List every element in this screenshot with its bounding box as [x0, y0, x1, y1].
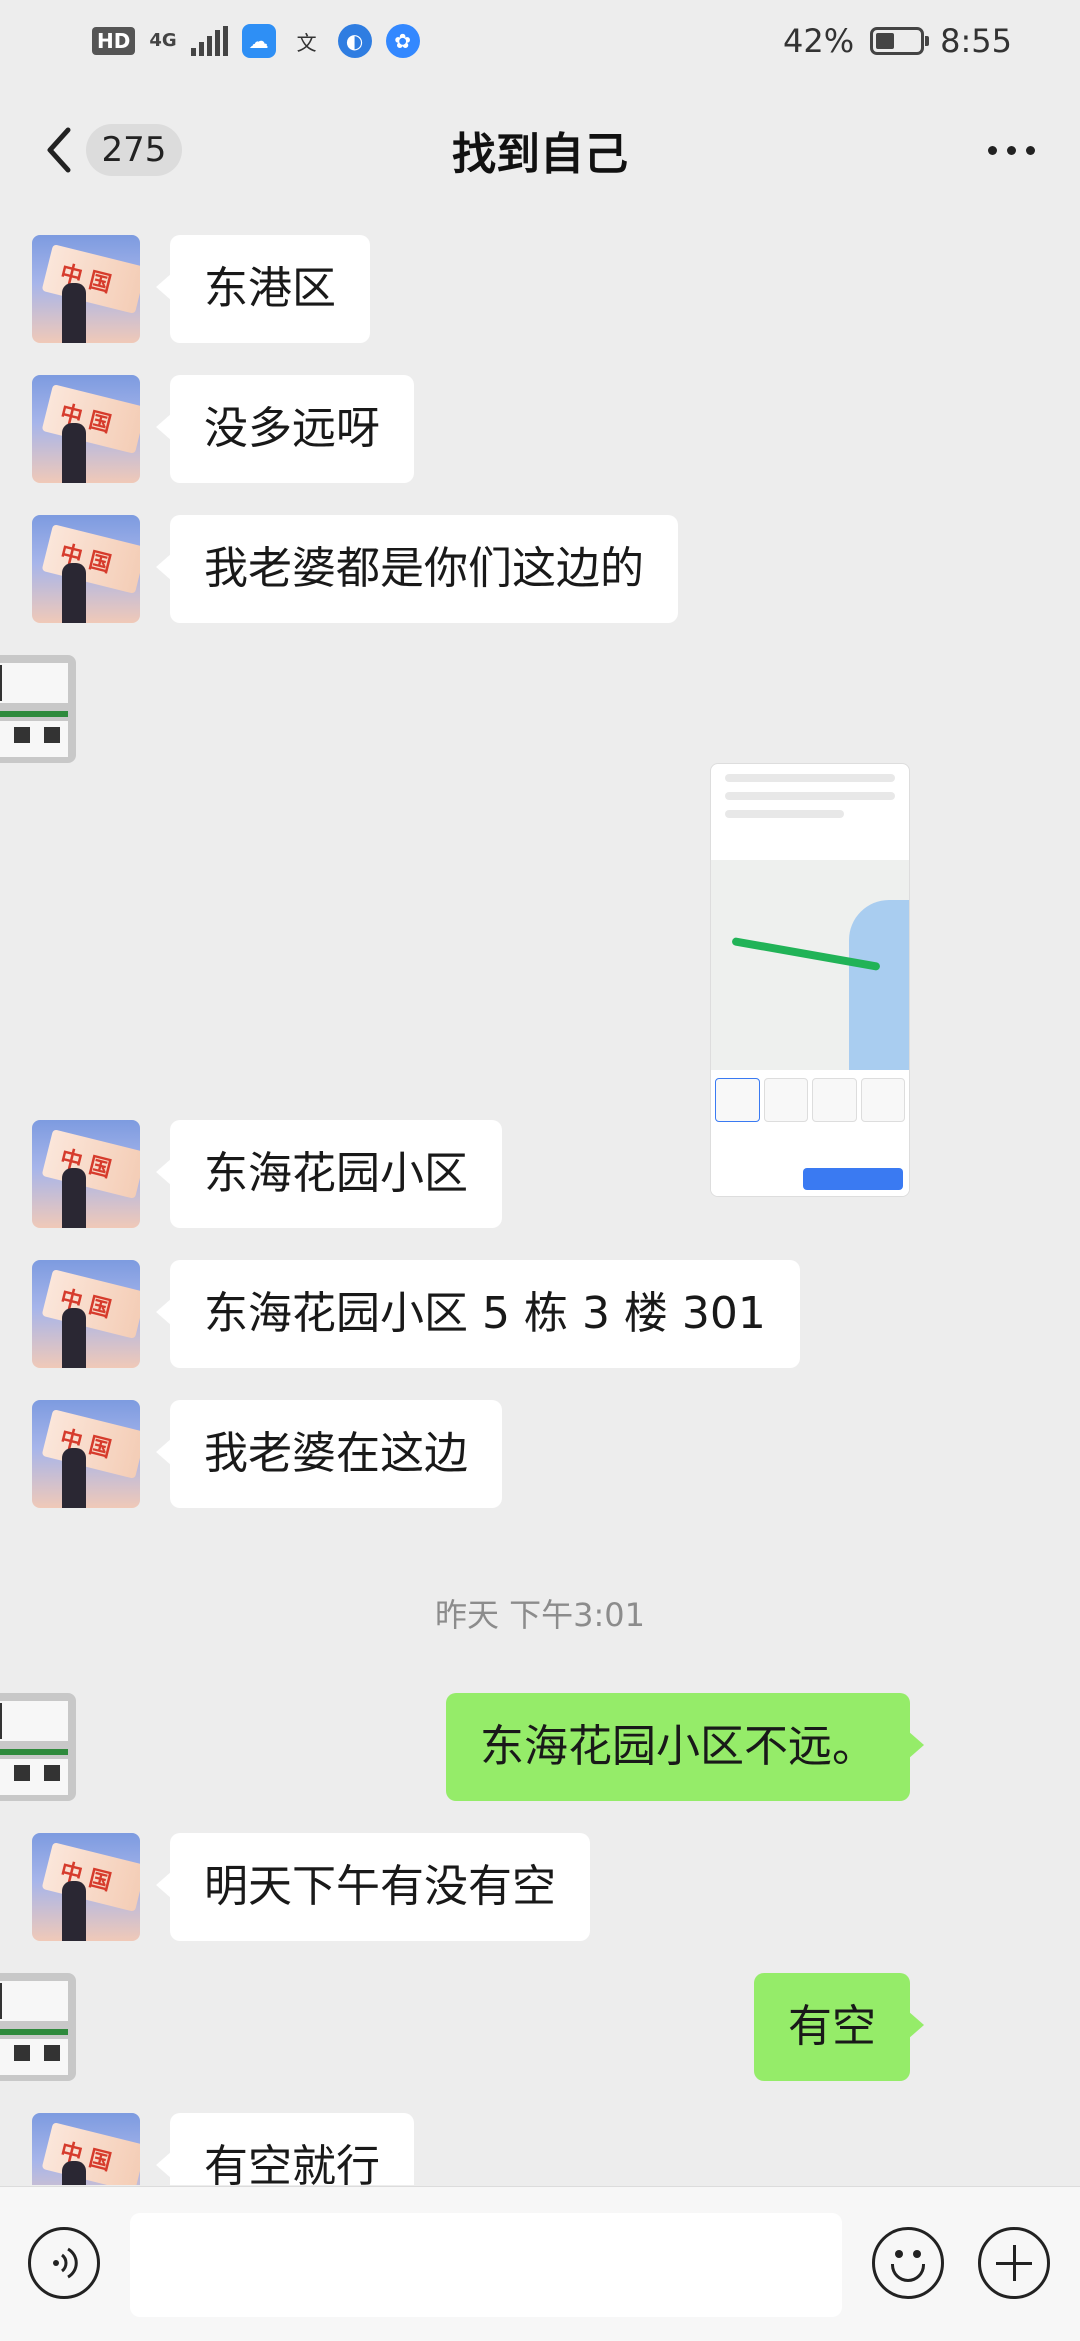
contact-avatar[interactable] — [32, 1833, 140, 1941]
message-row: 东海花园小区 — [0, 1120, 1080, 1228]
self-avatar[interactable] — [0, 1693, 76, 1801]
contact-avatar[interactable] — [32, 235, 140, 343]
network-type-indicator: 4G — [149, 30, 177, 51]
message-row: 有空就行 — [0, 2113, 1080, 2185]
message-row: 有空 — [0, 1973, 1080, 2081]
voice-icon[interactable] — [28, 2227, 100, 2299]
message-bubble[interactable]: 有空就行 — [156, 2113, 414, 2185]
message-row: 我老婆都是你们这边的 — [0, 515, 1080, 623]
contact-avatar[interactable] — [32, 2113, 140, 2185]
signal-strength-icon — [190, 26, 228, 56]
contact-avatar[interactable] — [32, 1260, 140, 1368]
message-bubble[interactable]: 没多远呀 — [156, 375, 414, 483]
message-bubble[interactable]: 我老婆都是你们这边的 — [156, 515, 678, 623]
battery-percent: 42% — [783, 22, 855, 60]
translate-app-icon: 文 — [296, 30, 317, 55]
browser-app-icon: ◐ — [337, 24, 372, 58]
message-input[interactable] — [130, 2213, 842, 2317]
status-bar: HD 4G ☁ 文 ◐ ✿ 42% 8:55 — [0, 0, 1080, 86]
contact-avatar[interactable] — [32, 515, 140, 623]
message-bubble[interactable]: 东海花园小区不远。 — [446, 1693, 924, 1801]
chat-header: 275 找到自己 — [0, 90, 1080, 210]
chat-title: 找到自己 — [452, 129, 628, 180]
hd-indicator: HD — [92, 27, 136, 55]
more-dots-icon[interactable] — [976, 132, 1046, 168]
contact-avatar[interactable] — [32, 1400, 140, 1508]
emoji-icon[interactable] — [872, 2227, 944, 2299]
clock: 8:55 — [940, 22, 1012, 60]
message-list[interactable]: 东港区 没多远呀 我老婆都是你们这边的 — [0, 210, 1080, 2185]
message-row — [0, 655, 1080, 1197]
message-bubble[interactable]: 有空 — [754, 1973, 924, 2081]
timestamp: 昨天 下午3:01 — [434, 1596, 646, 1634]
message-input-bar — [0, 2186, 1080, 2341]
contact-avatar[interactable] — [32, 375, 140, 483]
battery-icon — [870, 27, 930, 55]
message-row: 东海花园小区 5 栋 3 楼 301 — [0, 1260, 1080, 1368]
message-bubble[interactable]: 东港区 — [156, 235, 370, 343]
paw-app-icon: ✿ — [385, 24, 420, 58]
message-bubble[interactable]: 明天下午有没有空 — [156, 1833, 590, 1941]
message-row: 明天下午有没有空 — [0, 1833, 1080, 1941]
message-row: 我老婆在这边 — [0, 1400, 1080, 1508]
message-row: 没多远呀 — [0, 375, 1080, 483]
cloud-app-icon: ☁ — [241, 24, 276, 58]
self-avatar[interactable] — [0, 655, 76, 763]
message-bubble[interactable]: 东海花园小区 5 栋 3 楼 301 — [156, 1260, 800, 1368]
message-row: 东港区 — [0, 235, 1080, 343]
contact-avatar[interactable] — [32, 1120, 140, 1228]
plus-icon[interactable] — [978, 2227, 1050, 2299]
message-bubble[interactable]: 我老婆在这边 — [156, 1400, 502, 1508]
message-bubble[interactable]: 东海花园小区 — [156, 1120, 502, 1228]
message-row: 东海花园小区不远。 — [0, 1693, 1080, 1801]
self-avatar[interactable] — [0, 1973, 76, 2081]
